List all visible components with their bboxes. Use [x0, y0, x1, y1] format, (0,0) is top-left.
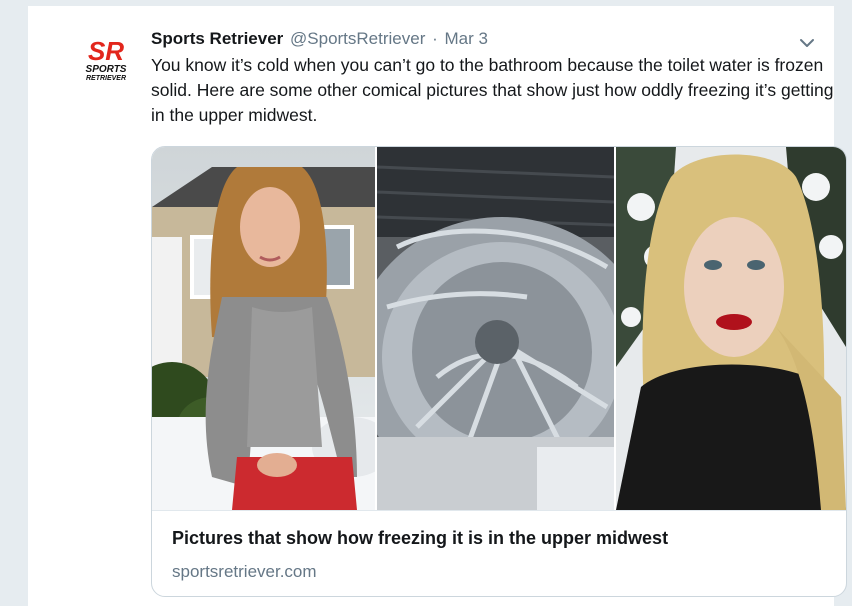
avatar[interactable]: SR SPORTS RETRIEVER — [80, 33, 132, 85]
timeline-column: SR SPORTS RETRIEVER Sports Retriever @Sp… — [27, 6, 847, 606]
chevron-down-icon — [800, 39, 814, 47]
logo-word-sports: SPORTS — [86, 64, 127, 75]
card-image-collage[interactable] — [152, 147, 846, 510]
card-title[interactable]: Pictures that show how freezing it is in… — [172, 528, 668, 549]
card-body[interactable]: Pictures that show how freezing it is in… — [152, 510, 846, 596]
separator-dot: · — [432, 29, 438, 48]
card-image-3[interactable] — [616, 147, 846, 510]
sports-retriever-logo: SR SPORTS RETRIEVER — [86, 36, 127, 82]
author-handle[interactable]: @SportsRetriever — [290, 29, 425, 48]
card-image-2[interactable] — [377, 147, 614, 510]
tweet[interactable]: SR SPORTS RETRIEVER Sports Retriever @Sp… — [28, 6, 847, 606]
frozen-tire-ice-photo — [377, 147, 614, 510]
link-card[interactable]: Pictures that show how freezing it is in… — [151, 146, 847, 597]
logo-word-retriever: RETRIEVER — [86, 75, 126, 82]
blonde-woman-red-lips-photo — [616, 147, 846, 510]
logo-letters: SR — [88, 36, 124, 66]
tweet-more-button[interactable] — [796, 32, 818, 54]
tweet-date[interactable]: Mar 3 — [445, 29, 488, 48]
woman-gray-top-snow-photo — [152, 147, 375, 510]
author-name[interactable]: Sports Retriever — [151, 29, 283, 48]
card-image-1[interactable] — [152, 147, 375, 510]
tweet-text: You know it’s cold when you can’t go to … — [151, 55, 834, 125]
card-domain[interactable]: sportsretriever.com — [172, 562, 317, 582]
tweet-header: Sports Retriever @SportsRetriever · Mar … — [151, 28, 488, 50]
